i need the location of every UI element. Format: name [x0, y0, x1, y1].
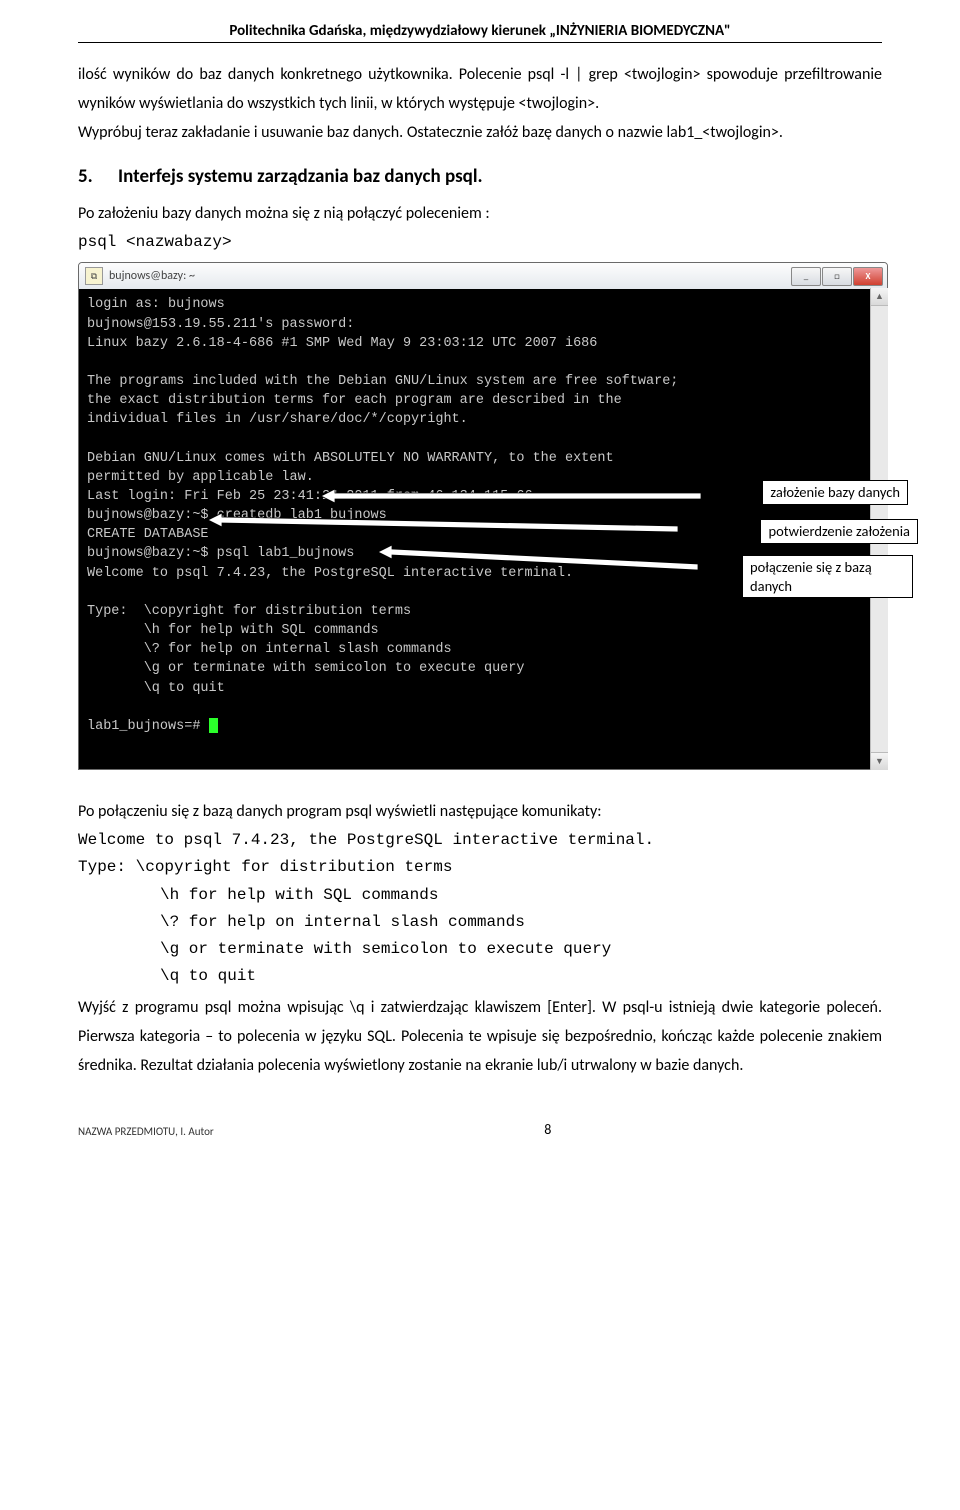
paragraph-3: Po założeniu bazy danych można się z nią…: [78, 200, 882, 229]
putty-icon: ⧉: [85, 267, 103, 285]
psql-help-quit: \q to quit: [78, 963, 882, 990]
page-number: 8: [214, 1121, 882, 1138]
page-header: Politechnika Gdańska, międzywydziałowy k…: [78, 22, 882, 43]
heading-number: 5.: [78, 165, 118, 188]
footer-attribution: NAZWA PRZEDMIOTU, I. Autor: [78, 1125, 214, 1138]
close-button[interactable]: X: [853, 267, 883, 286]
callout-create-db: założenie bazy danych: [762, 480, 908, 504]
paragraph-4: Po połączeniu się z bazą danych program …: [78, 798, 882, 827]
cursor-icon: [209, 718, 218, 733]
heading-5: 5.Interfejs systemu zarządzania baz dany…: [78, 165, 882, 188]
maximize-button[interactable]: □: [822, 267, 852, 286]
psql-type-line: Type: \copyright for distribution terms: [78, 854, 882, 881]
scroll-up-icon[interactable]: ▲: [871, 288, 888, 306]
code-psql-connect: psql <nazwabazy>: [78, 229, 882, 256]
window-title: bujnows@bazy: ~: [109, 269, 791, 283]
scroll-down-icon[interactable]: ▼: [871, 752, 888, 770]
minimize-button[interactable]: _: [791, 267, 821, 286]
terminal-screenshot: ⧉ bujnows@bazy: ~ _ □ X login as: bujnow…: [78, 262, 888, 770]
terminal-text: login as: bujnows bujnows@153.19.55.211'…: [87, 297, 678, 733]
window-titlebar: ⧉ bujnows@bazy: ~ _ □ X: [79, 263, 887, 289]
psql-help-h: \h for help with SQL commands: [78, 882, 882, 909]
psql-help-q: \? for help on internal slash commands: [78, 909, 882, 936]
paragraph-2: Wypróbuj teraz zakładanie i usuwanie baz…: [78, 119, 882, 148]
callout-confirm: potwierdzenie założenia: [760, 519, 918, 543]
psql-help-g: \g or terminate with semicolon to execut…: [78, 936, 882, 963]
paragraph-1: ilość wyników do baz danych konkretnego …: [78, 61, 882, 119]
page-footer: NAZWA PRZEDMIOTU, I. Autor 8: [78, 1121, 882, 1138]
paragraph-5: Wyjść z programu psql można wpisując \q …: [78, 994, 882, 1080]
callout-connect: połączenie się z bazą danych: [742, 555, 913, 597]
heading-text: Interfejs systemu zarządzania baz danych…: [118, 165, 483, 188]
psql-welcome-line: Welcome to psql 7.4.23, the PostgreSQL i…: [78, 827, 882, 854]
